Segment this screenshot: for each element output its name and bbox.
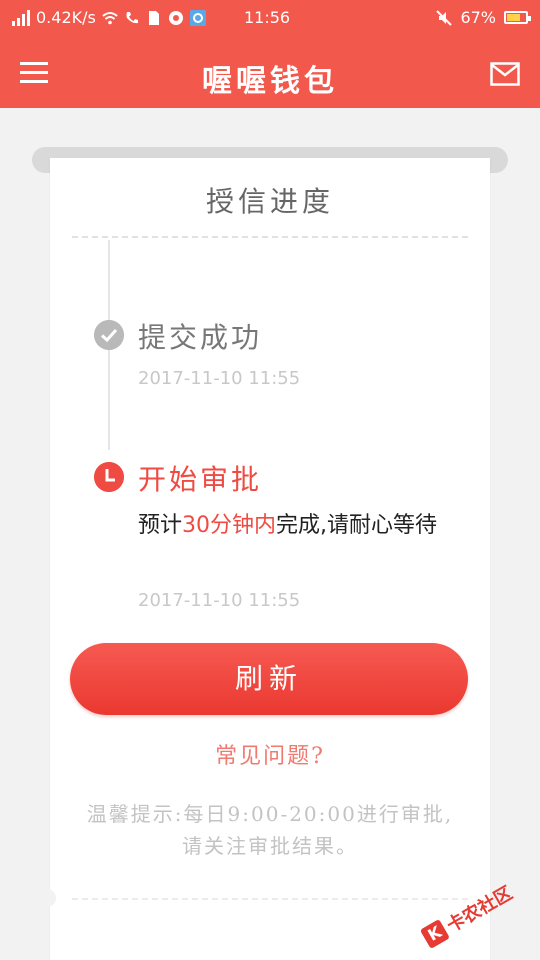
- signal-icon: [12, 9, 30, 26]
- check-circle-icon: [94, 320, 124, 350]
- card-title: 授信进度: [205, 185, 334, 218]
- call-icon: [126, 11, 138, 23]
- divider-bottom: [72, 898, 468, 900]
- step-title-submitted: 提交成功: [138, 321, 263, 354]
- clock-circle-icon: [94, 462, 124, 492]
- sim-card-icon: [148, 10, 159, 25]
- credit-progress-card: 授信进度 提交成功 2017-11-10 11:55 开始审批 预计30分钟内完…: [50, 158, 490, 960]
- wifi-icon: [102, 11, 118, 24]
- app-screen: 0.42K/s 11:56 67% 喔喔钱包 授信进度 提交成功 2017-11…: [0, 0, 540, 960]
- step-time-approval: 2017-11-10 11:55: [138, 590, 301, 611]
- app-badge-icon: [189, 9, 206, 26]
- app-bar: 喔喔钱包: [0, 38, 540, 108]
- battery-icon: [504, 11, 531, 24]
- status-time: 11:56: [244, 8, 291, 27]
- step-description: 预计30分钟内完成,请耐心等待: [138, 510, 468, 542]
- desc-prefix: 预计: [138, 513, 183, 538]
- app-title: 喔喔钱包: [202, 64, 338, 99]
- mail-icon[interactable]: [490, 62, 520, 86]
- refresh-button[interactable]: 刷新: [70, 643, 468, 715]
- network-speed: 0.42K/s: [36, 8, 96, 27]
- step-title-approval: 开始审批: [138, 463, 263, 496]
- desc-highlight: 30分钟内: [182, 513, 277, 538]
- status-right: 67%: [436, 8, 531, 27]
- app-notification-icon: [168, 10, 183, 25]
- faq-link[interactable]: 常见问题?: [50, 738, 490, 770]
- battery-percent: 67%: [460, 8, 496, 27]
- mute-icon: [436, 9, 453, 26]
- status-bar: 0.42K/s 11:56 67%: [0, 0, 540, 38]
- step-time-submitted: 2017-11-10 11:55: [138, 368, 301, 389]
- divider: [72, 236, 468, 238]
- tip-line-1: 温馨提示:每日9:00-20:00进行审批,: [86, 802, 454, 826]
- tip-text: 温馨提示:每日9:00-20:00进行审批, 请关注审批结果。: [70, 798, 470, 862]
- tip-line-2: 请关注审批结果。: [182, 834, 358, 858]
- desc-suffix: 完成,请耐心等待: [276, 513, 438, 538]
- status-left: 0.42K/s: [12, 8, 206, 27]
